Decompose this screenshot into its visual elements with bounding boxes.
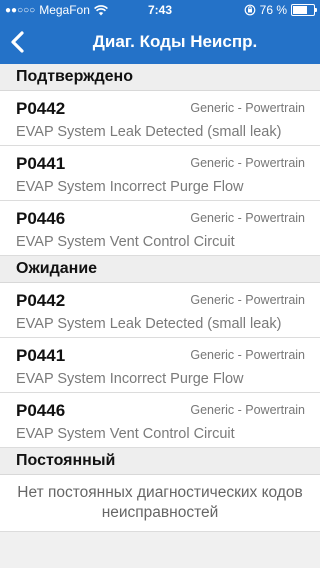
section-header-permanent: Постоянный xyxy=(0,448,320,475)
status-bar: ●●○○○ MegaFon 7:43 76 % xyxy=(0,0,320,20)
dtc-code: P0441 xyxy=(16,154,66,173)
dtc-code: P0442 xyxy=(16,99,66,118)
dtc-code: P0442 xyxy=(16,291,66,310)
navigation-bar: Диаг. Коды Неиспр. xyxy=(0,20,320,64)
battery-icon xyxy=(291,4,317,16)
section-header-confirmed: Подтверждено xyxy=(0,64,320,91)
dtc-description: EVAP System Incorrect Purge Flow xyxy=(16,179,244,195)
status-right: 76 % xyxy=(244,3,317,17)
dtc-description: EVAP System Vent Control Circuit xyxy=(16,234,235,250)
battery-level-fill xyxy=(293,6,307,14)
dtc-code: P0446 xyxy=(16,401,66,420)
dtc-list: Подтверждено P0442 Generic - Powertrain … xyxy=(0,64,320,532)
dtc-description: EVAP System Vent Control Circuit xyxy=(16,426,235,442)
list-item[interactable]: P0442 Generic - Powertrain EVAP System L… xyxy=(0,283,320,338)
battery-percent: 76 % xyxy=(259,3,287,17)
dtc-description: EVAP System Leak Detected (small leak) xyxy=(16,124,282,140)
back-button[interactable] xyxy=(6,28,32,56)
page-title: Диаг. Коды Неиспр. xyxy=(92,32,258,51)
dtc-description: EVAP System Incorrect Purge Flow xyxy=(16,371,244,387)
dtc-category: Generic - Powertrain xyxy=(190,293,305,307)
list-item[interactable]: P0441 Generic - Powertrain EVAP System I… xyxy=(0,146,320,201)
list-item[interactable]: P0446 Generic - Powertrain EVAP System V… xyxy=(0,393,320,448)
list-item[interactable]: P0446 Generic - Powertrain EVAP System V… xyxy=(0,201,320,256)
dtc-description: EVAP System Leak Detected (small leak) xyxy=(16,316,282,332)
dtc-code: P0441 xyxy=(16,346,66,365)
empty-state-message: Нет постоянных диагностических кодов неи… xyxy=(0,475,320,532)
dtc-category: Generic - Powertrain xyxy=(190,403,305,417)
dtc-category: Generic - Powertrain xyxy=(190,156,305,170)
list-item[interactable]: P0442 Generic - Powertrain EVAP System L… xyxy=(0,91,320,146)
dtc-code: P0446 xyxy=(16,209,66,228)
dtc-category: Generic - Powertrain xyxy=(190,101,305,115)
chevron-left-icon xyxy=(11,31,24,53)
dtc-category: Generic - Powertrain xyxy=(190,348,305,362)
list-item[interactable]: P0441 Generic - Powertrain EVAP System I… xyxy=(0,338,320,393)
orientation-lock-icon xyxy=(244,4,256,16)
section-header-pending: Ожидание xyxy=(0,256,320,283)
dtc-category: Generic - Powertrain xyxy=(190,211,305,225)
